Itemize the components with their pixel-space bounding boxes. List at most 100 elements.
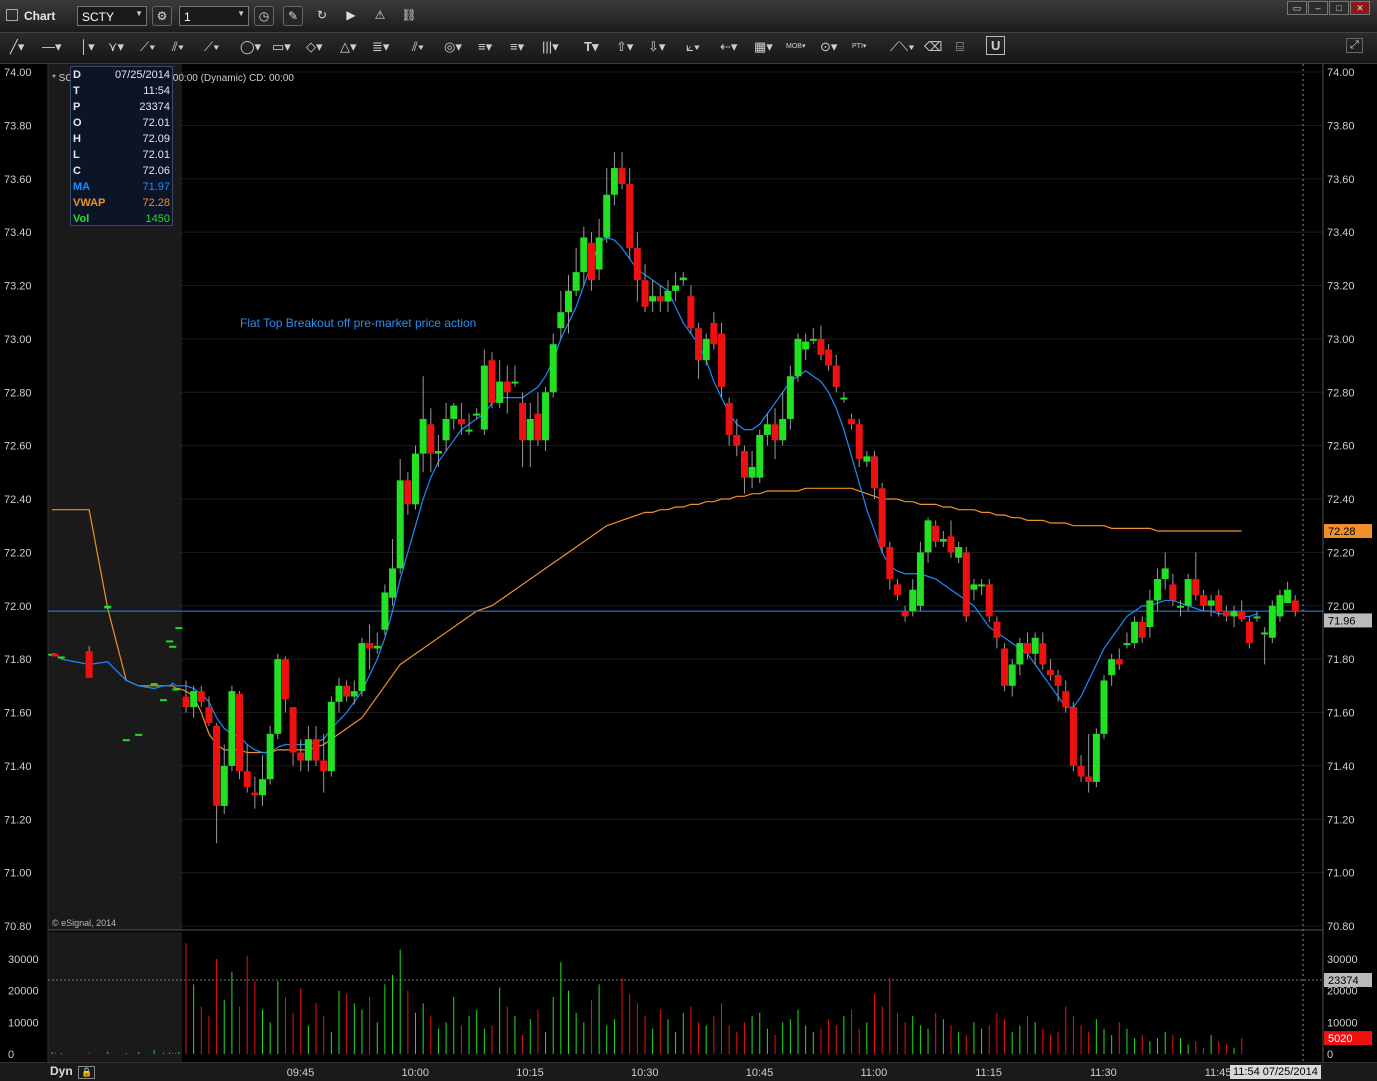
candle-body: [1138, 621, 1146, 638]
price-tick-left: 73.60: [4, 174, 32, 186]
vertical-cycles-icon[interactable]: |||▾: [542, 39, 559, 55]
symbol-settings-icon[interactable]: ⚙: [152, 6, 172, 26]
candle-body: [748, 466, 756, 478]
draw-pencil-icon[interactable]: ✎: [283, 6, 303, 26]
candle: [412, 445, 419, 510]
chart-canvas[interactable]: 30000 30000 20000 20000 10000 10000 0 0 74.00 74…: [0, 64, 1377, 1062]
alert-icon[interactable]: ⚠: [370, 6, 390, 26]
candle-body: [549, 344, 557, 393]
fan-lines-icon[interactable]: ⟋▾: [204, 39, 219, 55]
chart-window-icon: [6, 9, 18, 21]
candle-body: [1276, 595, 1284, 617]
price-tick-right: 72.40: [1327, 494, 1355, 506]
ohlc-panel: D 07/25/2014 T 11:54 P 23374 O 72.01 H 72.09 …: [70, 66, 173, 226]
candle-body: [649, 296, 657, 302]
refresh-icon[interactable]: ↻: [312, 6, 332, 26]
minimize-icon[interactable]: –: [1308, 1, 1328, 15]
candle-body: [565, 290, 572, 313]
price-tick-right: 71.60: [1327, 708, 1355, 720]
close-icon[interactable]: ✕: [1350, 1, 1370, 15]
zigzag-icon[interactable]: ⟋⟍▾: [890, 39, 915, 55]
arrow-left-icon[interactable]: ⇠▾: [720, 39, 737, 55]
magnet-icon[interactable]: U: [986, 36, 1006, 55]
eraser-icon[interactable]: ⌫: [924, 39, 942, 55]
chevron-down-icon[interactable]: ▼: [135, 9, 143, 18]
price-tick-left: 71.60: [4, 708, 32, 720]
candle-body: [205, 707, 213, 724]
chart-annotation[interactable]: Flat Top Breakout off pre-market price a…: [240, 316, 476, 330]
symbol-input[interactable]: SCTY ▼: [77, 6, 147, 26]
cycle-lines-icon[interactable]: ≡▾: [510, 39, 524, 55]
ellipse-icon[interactable]: ◯▾: [240, 39, 261, 55]
candle-body: [1207, 600, 1215, 606]
candle-body: [320, 760, 328, 772]
candle: [1268, 600, 1276, 644]
rectangle-icon[interactable]: ▭▾: [272, 39, 291, 55]
candle-body: [1146, 600, 1154, 628]
pti-icon[interactable]: PTI▾: [852, 42, 866, 50]
triangle-icon[interactable]: △▾: [340, 39, 357, 55]
expand-icon[interactable]: ⤢: [1346, 38, 1363, 53]
andrews-fork-icon[interactable]: ⋎▾: [108, 39, 124, 55]
candle-body: [1123, 643, 1131, 646]
clock-icon[interactable]: ◷: [254, 6, 274, 26]
chart-background: [0, 64, 1377, 1062]
link-icon[interactable]: ⛓: [399, 6, 419, 26]
eraser-shape-icon[interactable]: ◇▾: [306, 39, 323, 55]
candle-body: [771, 424, 779, 441]
chevron-down-icon[interactable]: ▼: [237, 9, 245, 18]
candle-body: [366, 643, 374, 649]
line-tool-icon[interactable]: ╱▾: [10, 39, 24, 55]
gann-icon[interactable]: ⫽▾: [172, 39, 184, 55]
lock-icon[interactable]: 🔒: [78, 1066, 96, 1079]
candle-body: [104, 605, 112, 609]
candle-body: [947, 536, 955, 553]
dynamic-mode[interactable]: Dyn 🔒: [50, 1064, 96, 1079]
candle: [266, 725, 274, 785]
price-tick-left: 72.40: [4, 494, 32, 506]
grid-icon[interactable]: ▦▾: [754, 39, 773, 55]
candle-body: [733, 434, 741, 446]
td-icon[interactable]: ⊙▾: [820, 39, 837, 55]
time-tick: 11:30: [1090, 1067, 1117, 1079]
candle-body: [297, 752, 305, 761]
maximize-icon[interactable]: □: [1329, 1, 1349, 15]
title-bar: Chart SCTY ▼ ⚙ 1 ▼ ◷ ✎ ↻ ▶ ⚠ ⛓ ▭ – □ ✕: [0, 0, 1377, 33]
vertical-line-icon[interactable]: │▾: [80, 39, 95, 55]
ohlc-vol: Vol 1450: [73, 213, 170, 225]
price-tick-left: 72.00: [4, 601, 32, 613]
text-tool-icon[interactable]: T▾: [584, 39, 598, 55]
fan-icon[interactable]: ⟀▾: [686, 39, 700, 55]
candle: [878, 482, 886, 553]
ohlc-high: H 72.09: [73, 133, 170, 145]
candle: [175, 627, 183, 630]
horizontal-line-icon[interactable]: ―▾: [42, 39, 62, 55]
candle-body: [595, 237, 603, 270]
candle-body: [289, 707, 297, 753]
candle-body: [618, 168, 626, 185]
circles-icon[interactable]: ◎▾: [444, 39, 462, 55]
arrow-up-icon[interactable]: ⇧▾: [616, 39, 633, 55]
lines-icon[interactable]: ≡▾: [478, 39, 492, 55]
interval-input[interactable]: 1 ▼: [179, 6, 249, 26]
candle-body: [871, 456, 878, 489]
arrow-down-icon[interactable]: ⇩▾: [648, 39, 665, 55]
price-tick-left: 70.80: [4, 921, 32, 933]
ohlc-date: D 07/25/2014: [73, 69, 170, 81]
fib-icon[interactable]: ⟋▾: [140, 39, 155, 55]
channel-icon[interactable]: ≣▾: [372, 39, 389, 55]
candle: [1001, 643, 1009, 692]
candle-body: [557, 312, 565, 329]
parallel-lines-icon[interactable]: ⫽▾: [412, 39, 424, 55]
restore-icon[interactable]: ▭: [1287, 1, 1307, 15]
candle-body: [962, 552, 970, 617]
play-icon[interactable]: ▶: [341, 6, 361, 26]
scale-icon[interactable]: ⌸: [956, 39, 964, 55]
volume-tick-right: 10000: [1327, 1017, 1358, 1029]
cursor-time-label: 11:54 07/25/2014: [1230, 1065, 1321, 1079]
time-tick: 10:15: [516, 1067, 544, 1079]
candle: [122, 739, 130, 742]
price-tick-left: 71.20: [4, 814, 32, 826]
volume-last-marker: 5020: [1328, 1033, 1352, 1045]
mob-icon[interactable]: MOB▾: [786, 42, 805, 50]
